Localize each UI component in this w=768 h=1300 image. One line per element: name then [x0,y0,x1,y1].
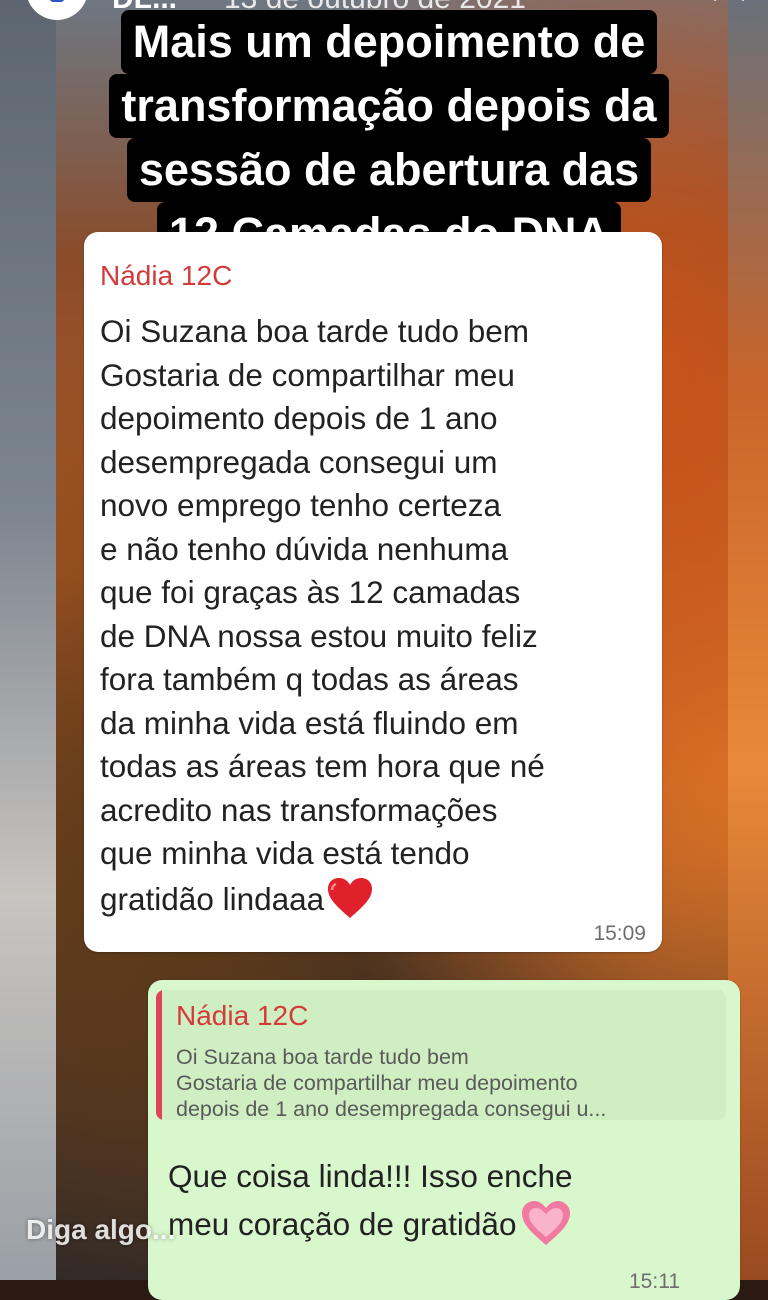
previous-story-edge[interactable] [0,0,56,1280]
caption-line: sessão de abertura das [126,138,652,202]
story-caption: Mais um depoimento de transformação depo… [54,10,724,266]
close-icon[interactable] [708,0,748,6]
outgoing-reply-bubble: Nádia 12C Oi Suzana boa tarde tudo bem G… [148,980,740,1300]
quoted-text: Oi Suzana boa tarde tudo bem Gostaria de… [176,1045,607,1120]
pink-heart-icon [522,1201,571,1245]
red-heart-icon [328,877,373,918]
message-body-text: Oi Suzana boa tarde tudo bem Gostaria de… [100,313,545,917]
quoted-message[interactable]: Nádia 12C Oi Suzana boa tarde tudo bem G… [156,990,726,1120]
caption-line: Mais um depoimento de [120,10,658,74]
caption-line: transformação depois da [109,74,669,138]
message-text: Oi Suzana boa tarde tudo bem Gostaria de… [100,310,650,921]
message-timestamp: 15:09 [593,922,646,945]
incoming-message-bubble: Nádia 12C Oi Suzana boa tarde tudo bem G… [84,232,662,952]
quote-bar [156,990,162,1120]
message-sender: Nádia 12C [100,260,233,291]
reply-timestamp: 15:11 [629,1270,680,1293]
quoted-sender: Nádia 12C [176,1000,309,1031]
reply-message-text: Que coisa linda!!! Isso enche meu coraçã… [168,1154,728,1247]
story-reply-input[interactable]: Diga algo... [26,1214,226,1254]
reply-body-text: Que coisa linda!!! Isso enche meu coraçã… [168,1158,573,1242]
